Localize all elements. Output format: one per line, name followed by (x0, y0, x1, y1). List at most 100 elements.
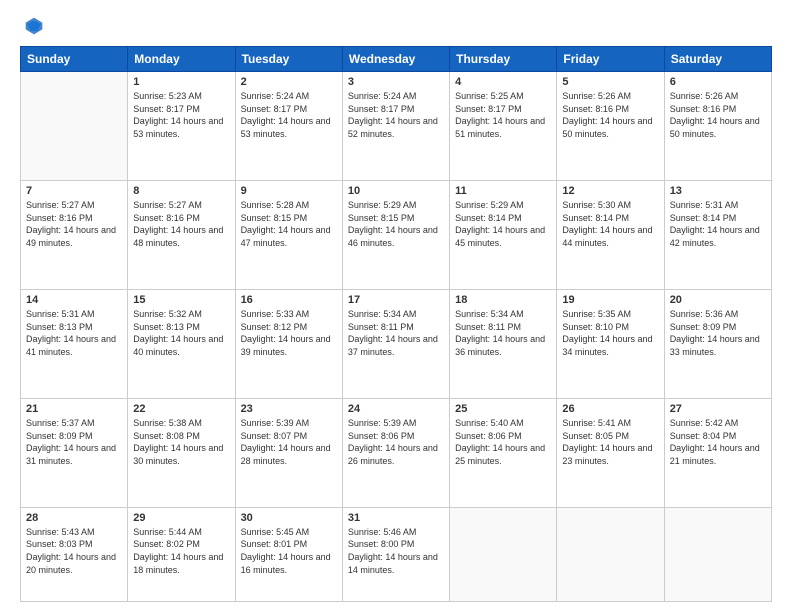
table-row: 19 Sunrise: 5:35 AMSunset: 8:10 PMDayligh… (557, 289, 664, 398)
table-row: 10 Sunrise: 5:29 AMSunset: 8:15 PMDayligh… (342, 180, 449, 289)
day-info: Sunrise: 5:44 AMSunset: 8:02 PMDaylight:… (133, 526, 229, 576)
table-row: 9Sunrise: 5:28 AMSunset: 8:15 PMDaylight… (235, 180, 342, 289)
day-info: Sunrise: 5:37 AMSunset: 8:09 PMDaylight:… (26, 417, 122, 467)
day-info: Sunrise: 5:33 AMSunset: 8:12 PMDaylight:… (241, 308, 337, 358)
day-info: Sunrise: 5:26 AMSunset: 8:16 PMDaylight:… (670, 90, 766, 140)
day-number: 21 (26, 403, 122, 415)
table-row: 12Sunrise: 5:30 AMSunset: 8:14 PMDayligh… (557, 180, 664, 289)
day-info: Sunrise: 5:32 AMSunset: 8:13 PMDaylight:… (133, 308, 229, 358)
day-info: Sunrise: 5:46 AMSunset: 8:00 PMDaylight:… (348, 526, 444, 576)
header-wednesday: Wednesday (342, 47, 449, 72)
page: Sunday Monday Tuesday Wednesday Thursday… (0, 0, 792, 612)
table-row: 5 Sunrise: 5:26 AMSunset: 8:16 PMDaylight… (557, 72, 664, 181)
day-info: Sunrise: 5:41 AMSunset: 8:05 PMDaylight:… (562, 417, 658, 467)
table-row: 4 Sunrise: 5:25 AMSunset: 8:17 PMDaylight… (450, 72, 557, 181)
header-friday: Friday (557, 47, 664, 72)
table-row (557, 507, 664, 601)
table-row: 6 Sunrise: 5:26 AMSunset: 8:16 PMDaylight… (664, 72, 771, 181)
header-saturday: Saturday (664, 47, 771, 72)
table-row: 25Sunrise: 5:40 AMSunset: 8:06 PMDayligh… (450, 398, 557, 507)
header-sunday: Sunday (21, 47, 128, 72)
day-info: Sunrise: 5:35 AMSunset: 8:10 PMDaylight:… (562, 308, 658, 358)
day-number: 9 (241, 185, 337, 197)
logo-text (20, 16, 46, 36)
day-info: Sunrise: 5:43 AMSunset: 8:03 PMDaylight:… (26, 526, 122, 576)
day-number: 12 (562, 185, 658, 197)
day-info: Sunrise: 5:40 AMSunset: 8:06 PMDaylight:… (455, 417, 551, 467)
day-number: 31 (348, 512, 444, 524)
table-row: 18Sunrise: 5:34 AMSunset: 8:11 PMDayligh… (450, 289, 557, 398)
day-number: 26 (562, 403, 658, 415)
day-number: 20 (670, 294, 766, 306)
day-info: Sunrise: 5:39 AMSunset: 8:06 PMDaylight:… (348, 417, 444, 467)
table-row (21, 72, 128, 181)
table-row: 8Sunrise: 5:27 AMSunset: 8:16 PMDaylight… (128, 180, 235, 289)
day-info: Sunrise: 5:27 AMSunset: 8:16 PMDaylight:… (26, 199, 122, 249)
day-info: Sunrise: 5:38 AMSunset: 8:08 PMDaylight:… (133, 417, 229, 467)
header-monday: Monday (128, 47, 235, 72)
table-row: 28 Sunrise: 5:43 AMSunset: 8:03 PMDayligh… (21, 507, 128, 601)
day-number: 16 (241, 294, 337, 306)
table-row: 20 Sunrise: 5:36 AMSunset: 8:09 PMDayligh… (664, 289, 771, 398)
day-number: 3 (348, 76, 444, 88)
day-number: 22 (133, 403, 229, 415)
table-row: 14 Sunrise: 5:31 AMSunset: 8:13 PMDayligh… (21, 289, 128, 398)
table-row: 27 Sunrise: 5:42 AMSunset: 8:04 PMDayligh… (664, 398, 771, 507)
day-info: Sunrise: 5:39 AMSunset: 8:07 PMDaylight:… (241, 417, 337, 467)
table-row: 23 Sunrise: 5:39 AMSunset: 8:07 PMDayligh… (235, 398, 342, 507)
week-row-1: 1 Sunrise: 5:23 AMSunset: 8:17 PMDaylight… (21, 72, 772, 181)
day-info: Sunrise: 5:45 AMSunset: 8:01 PMDaylight:… (241, 526, 337, 576)
day-info: Sunrise: 5:36 AMSunset: 8:09 PMDaylight:… (670, 308, 766, 358)
day-number: 28 (26, 512, 122, 524)
table-row: 3 Sunrise: 5:24 AMSunset: 8:17 PMDaylight… (342, 72, 449, 181)
day-number: 11 (455, 185, 551, 197)
table-row: 21 Sunrise: 5:37 AMSunset: 8:09 PMDayligh… (21, 398, 128, 507)
week-row-2: 7 Sunrise: 5:27 AMSunset: 8:16 PMDaylight… (21, 180, 772, 289)
day-info: Sunrise: 5:24 AMSunset: 8:17 PMDaylight:… (241, 90, 337, 140)
day-number: 19 (562, 294, 658, 306)
day-info: Sunrise: 5:24 AMSunset: 8:17 PMDaylight:… (348, 90, 444, 140)
day-number: 10 (348, 185, 444, 197)
day-number: 15 (133, 294, 229, 306)
day-number: 1 (133, 76, 229, 88)
calendar: Sunday Monday Tuesday Wednesday Thursday… (20, 46, 772, 602)
table-row (664, 507, 771, 601)
day-info: Sunrise: 5:29 AMSunset: 8:15 PMDaylight:… (348, 199, 444, 249)
table-row: 16 Sunrise: 5:33 AMSunset: 8:12 PMDayligh… (235, 289, 342, 398)
day-info: Sunrise: 5:26 AMSunset: 8:16 PMDaylight:… (562, 90, 658, 140)
logo-icon (24, 16, 44, 36)
day-number: 2 (241, 76, 337, 88)
day-number: 29 (133, 512, 229, 524)
table-row: 29 Sunrise: 5:44 AMSunset: 8:02 PMDayligh… (128, 507, 235, 601)
table-row: 17Sunrise: 5:34 AMSunset: 8:11 PMDayligh… (342, 289, 449, 398)
table-row: 13Sunrise: 5:31 AMSunset: 8:14 PMDayligh… (664, 180, 771, 289)
table-row: 1 Sunrise: 5:23 AMSunset: 8:17 PMDaylight… (128, 72, 235, 181)
logo (20, 16, 46, 36)
table-row: 22 Sunrise: 5:38 AMSunset: 8:08 PMDayligh… (128, 398, 235, 507)
table-row: 15 Sunrise: 5:32 AMSunset: 8:13 PMDayligh… (128, 289, 235, 398)
calendar-header-row: Sunday Monday Tuesday Wednesday Thursday… (21, 47, 772, 72)
week-row-4: 21 Sunrise: 5:37 AMSunset: 8:09 PMDayligh… (21, 398, 772, 507)
day-number: 5 (562, 76, 658, 88)
table-row: 31 Sunrise: 5:46 AMSunset: 8:00 PMDayligh… (342, 507, 449, 601)
day-info: Sunrise: 5:42 AMSunset: 8:04 PMDaylight:… (670, 417, 766, 467)
table-row: 7 Sunrise: 5:27 AMSunset: 8:16 PMDaylight… (21, 180, 128, 289)
day-info: Sunrise: 5:31 AMSunset: 8:13 PMDaylight:… (26, 308, 122, 358)
week-row-3: 14 Sunrise: 5:31 AMSunset: 8:13 PMDayligh… (21, 289, 772, 398)
day-number: 14 (26, 294, 122, 306)
day-number: 23 (241, 403, 337, 415)
day-number: 27 (670, 403, 766, 415)
day-number: 4 (455, 76, 551, 88)
day-info: Sunrise: 5:23 AMSunset: 8:17 PMDaylight:… (133, 90, 229, 140)
header (20, 16, 772, 36)
day-number: 30 (241, 512, 337, 524)
day-info: Sunrise: 5:34 AMSunset: 8:11 PMDaylight:… (455, 308, 551, 358)
day-number: 7 (26, 185, 122, 197)
day-info: Sunrise: 5:31 AMSunset: 8:14 PMDaylight:… (670, 199, 766, 249)
table-row: 11Sunrise: 5:29 AMSunset: 8:14 PMDayligh… (450, 180, 557, 289)
week-row-5: 28 Sunrise: 5:43 AMSunset: 8:03 PMDayligh… (21, 507, 772, 601)
day-info: Sunrise: 5:25 AMSunset: 8:17 PMDaylight:… (455, 90, 551, 140)
day-number: 6 (670, 76, 766, 88)
day-number: 24 (348, 403, 444, 415)
table-row: 2 Sunrise: 5:24 AMSunset: 8:17 PMDaylight… (235, 72, 342, 181)
